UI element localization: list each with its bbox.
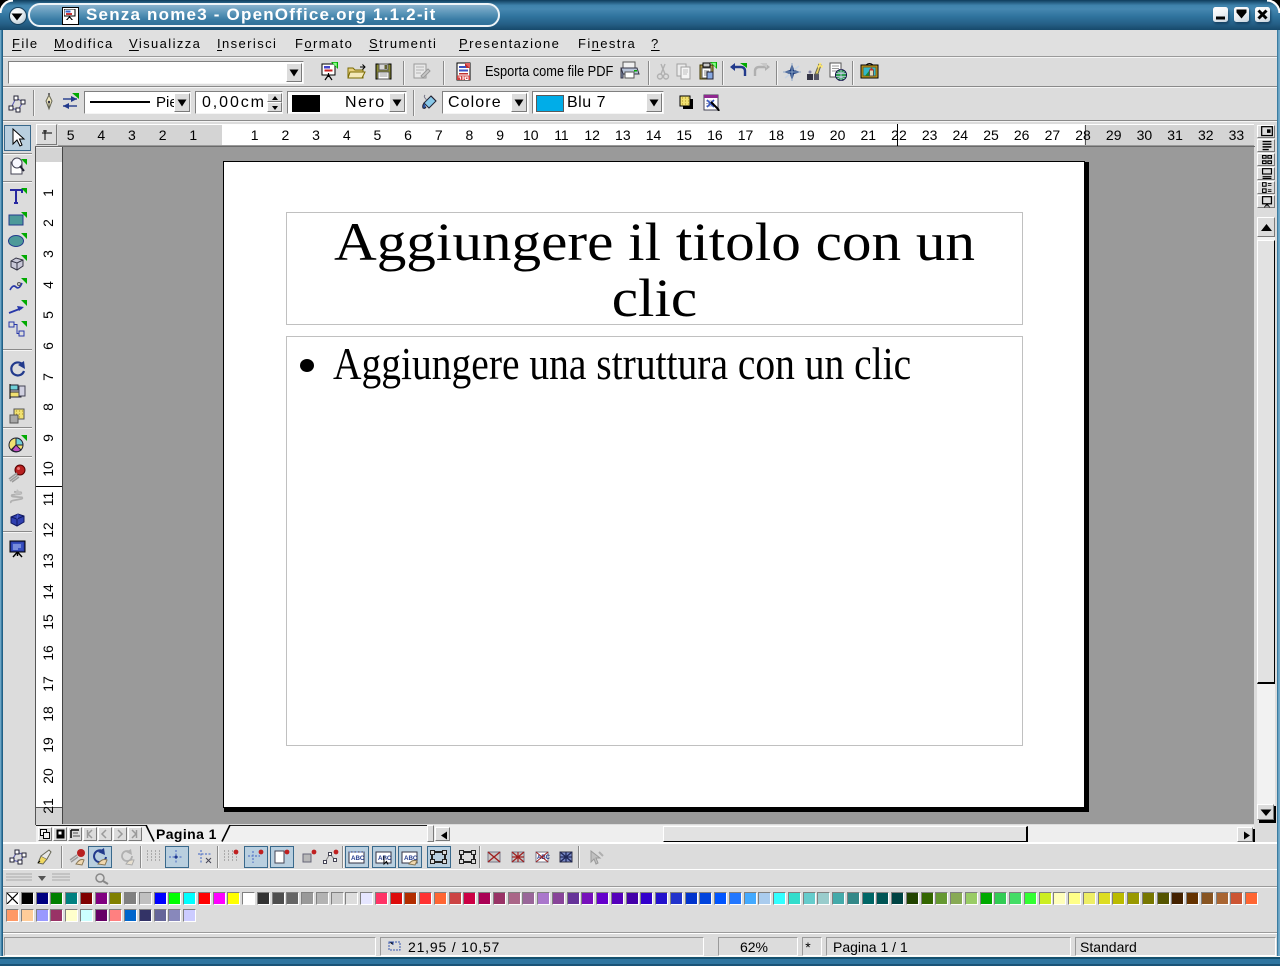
svg-text:ABC: ABC <box>351 855 365 862</box>
